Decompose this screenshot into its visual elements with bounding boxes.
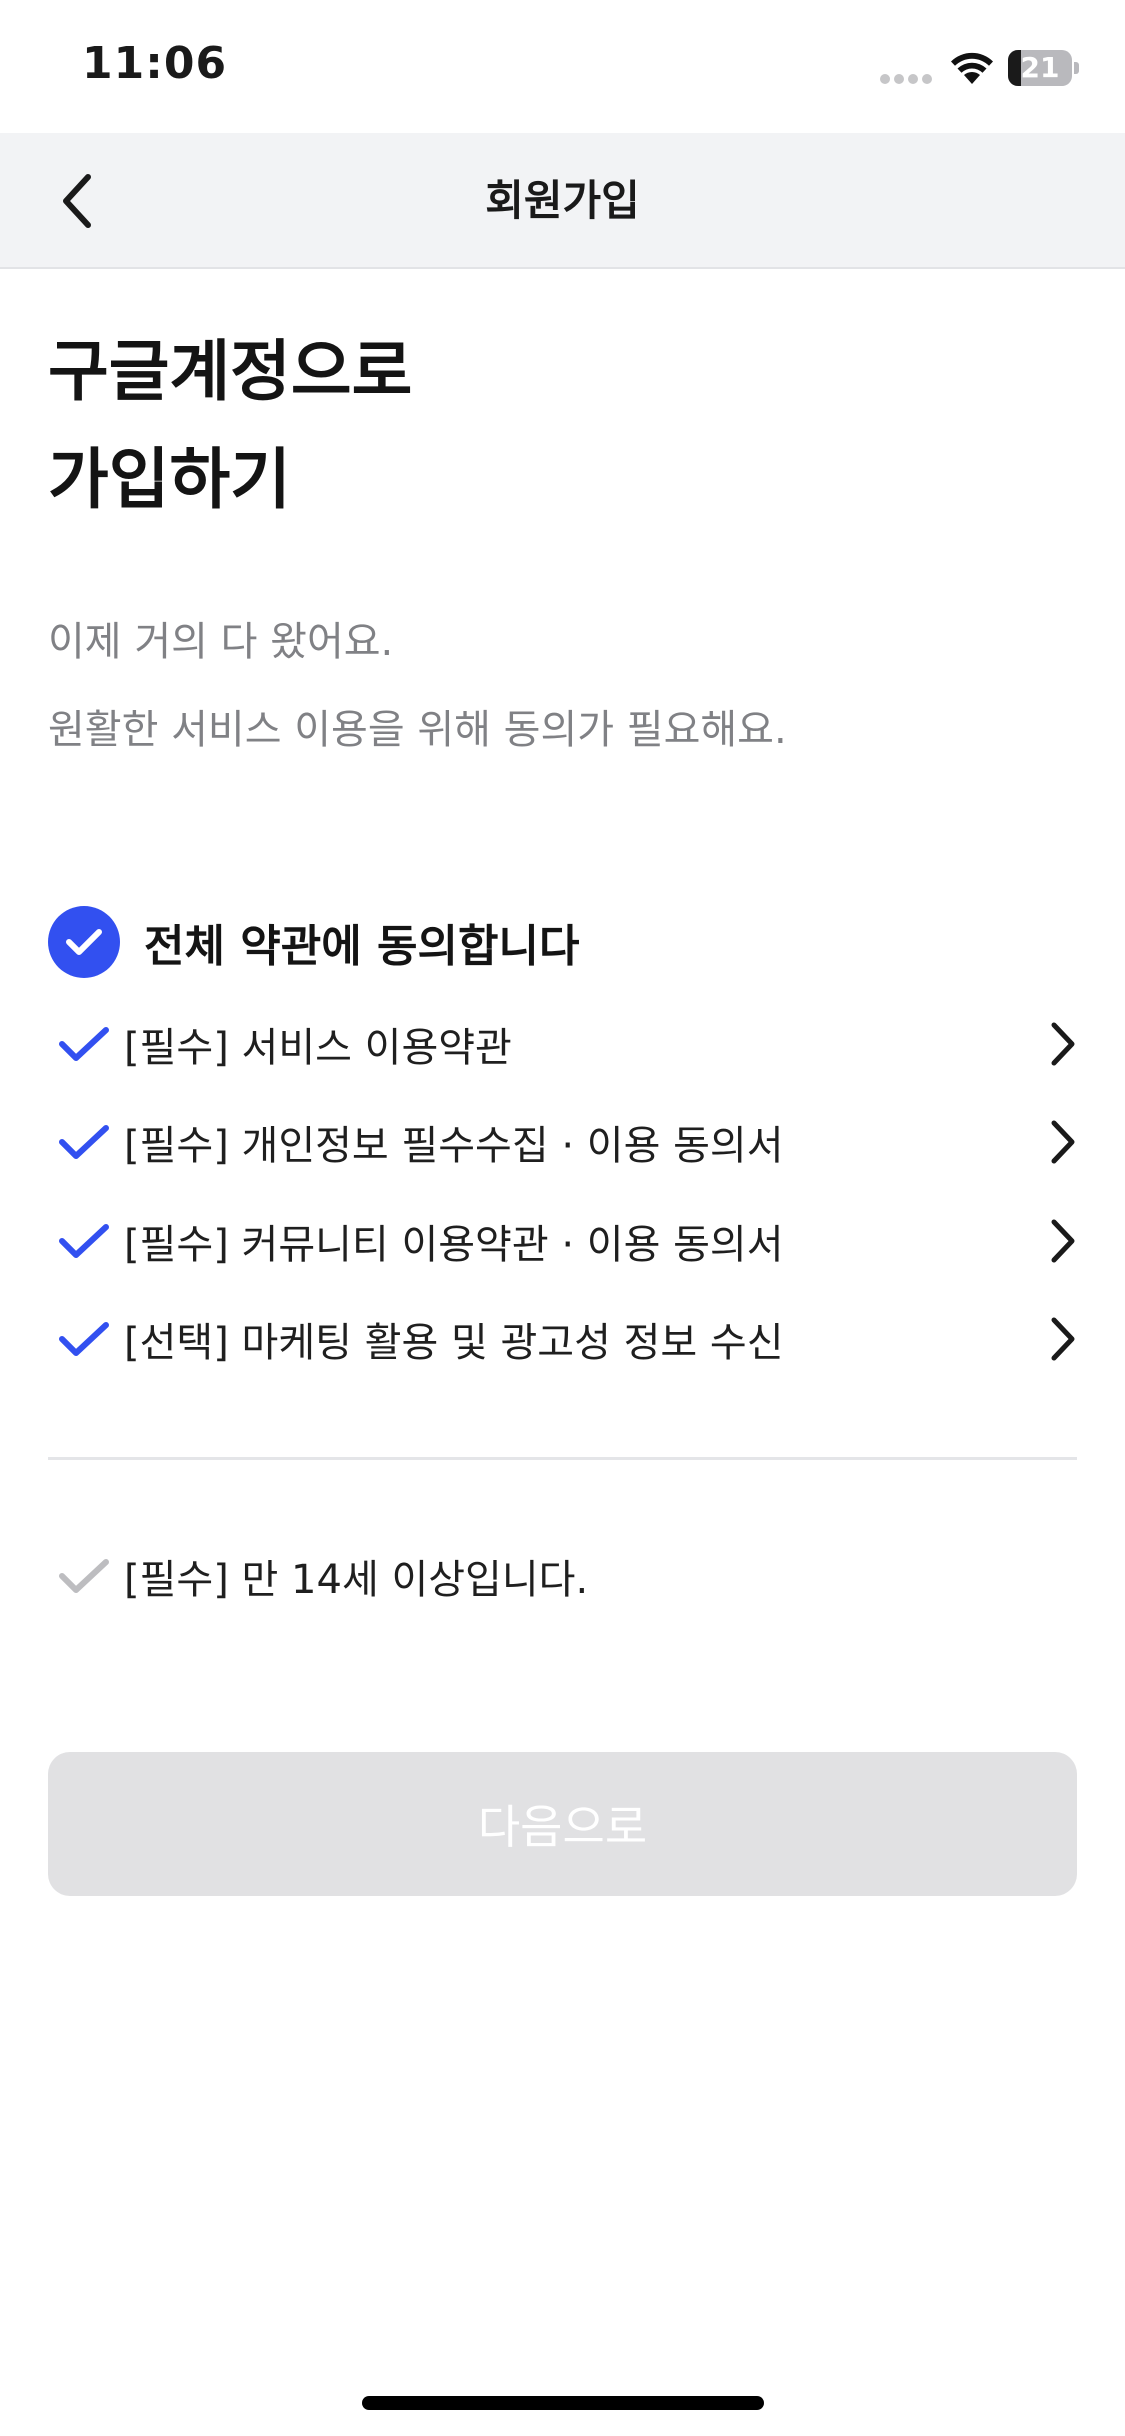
- term-row-service[interactable]: [필수] 서비스 이용약관: [48, 1009, 1078, 1079]
- page-title: 회원가입: [485, 176, 640, 225]
- headline: 구글계정으로 가입하기: [48, 318, 1048, 534]
- signal-dots-icon: [880, 74, 932, 84]
- chevron-left-icon: [63, 174, 91, 228]
- status-time: 11:06: [82, 38, 228, 89]
- check-icon[interactable]: [48, 1304, 124, 1374]
- chevron-right-icon[interactable]: [1028, 1304, 1078, 1374]
- term-label: [필수] 커뮤니티 이용약관 · 이용 동의서: [124, 1222, 784, 1268]
- divider: [48, 1457, 1077, 1460]
- check-icon[interactable]: [48, 1541, 124, 1611]
- agree-all-row[interactable]: 전체 약관에 동의합니다: [48, 906, 1078, 978]
- term-label: [필수] 개인정보 필수수집 · 이용 동의서: [124, 1123, 784, 1169]
- nav-bar: 회원가입: [0, 133, 1125, 269]
- chevron-right-icon[interactable]: [1028, 1206, 1078, 1276]
- term-label: [필수] 만 14세 이상입니다.: [124, 1557, 589, 1603]
- subtext-line-1: 이제 거의 다 왔어요.: [48, 619, 394, 665]
- term-label: [필수] 서비스 이용약관: [124, 1025, 512, 1071]
- term-row-marketing[interactable]: [선택] 마케팅 활용 및 광고성 정보 수신: [48, 1304, 1078, 1374]
- headline-line-1: 구글계정으로: [48, 333, 413, 410]
- subtext-line-2: 원활한 서비스 이용을 위해 동의가 필요해요.: [48, 707, 787, 753]
- next-button[interactable]: 다음으로: [48, 1752, 1077, 1896]
- check-icon[interactable]: [48, 1206, 124, 1276]
- status-bar: 11:06 21: [0, 0, 1125, 133]
- chevron-right-icon[interactable]: [1028, 1009, 1078, 1079]
- wifi-icon: [951, 52, 993, 84]
- back-button[interactable]: [40, 163, 116, 239]
- check-icon: [66, 929, 102, 955]
- term-row-community[interactable]: [필수] 커뮤니티 이용약관 · 이용 동의서: [48, 1206, 1078, 1276]
- headline-line-2: 가입하기: [48, 441, 291, 518]
- subtext: 이제 거의 다 왔어요. 원활한 서비스 이용을 위해 동의가 필요해요.: [48, 598, 1078, 774]
- term-label: [선택] 마케팅 활용 및 광고성 정보 수신: [124, 1320, 784, 1366]
- term-row-privacy[interactable]: [필수] 개인정보 필수수집 · 이용 동의서: [48, 1107, 1078, 1177]
- agree-all-label: 전체 약관에 동의합니다: [144, 921, 580, 972]
- term-row-age[interactable]: [필수] 만 14세 이상입니다.: [48, 1541, 1078, 1611]
- battery-level: 21: [1020, 51, 1060, 84]
- battery-icon: 21: [1008, 50, 1080, 86]
- check-icon[interactable]: [48, 1107, 124, 1177]
- check-icon[interactable]: [48, 1009, 124, 1079]
- chevron-right-icon[interactable]: [1028, 1107, 1078, 1177]
- signup-screen: 11:06 21 회원가입 구글계정으로 가입하기 이제 거의 다 왔어요. 원…: [0, 0, 1125, 2436]
- home-indicator: [362, 2396, 764, 2410]
- check-circle-icon[interactable]: [48, 906, 120, 978]
